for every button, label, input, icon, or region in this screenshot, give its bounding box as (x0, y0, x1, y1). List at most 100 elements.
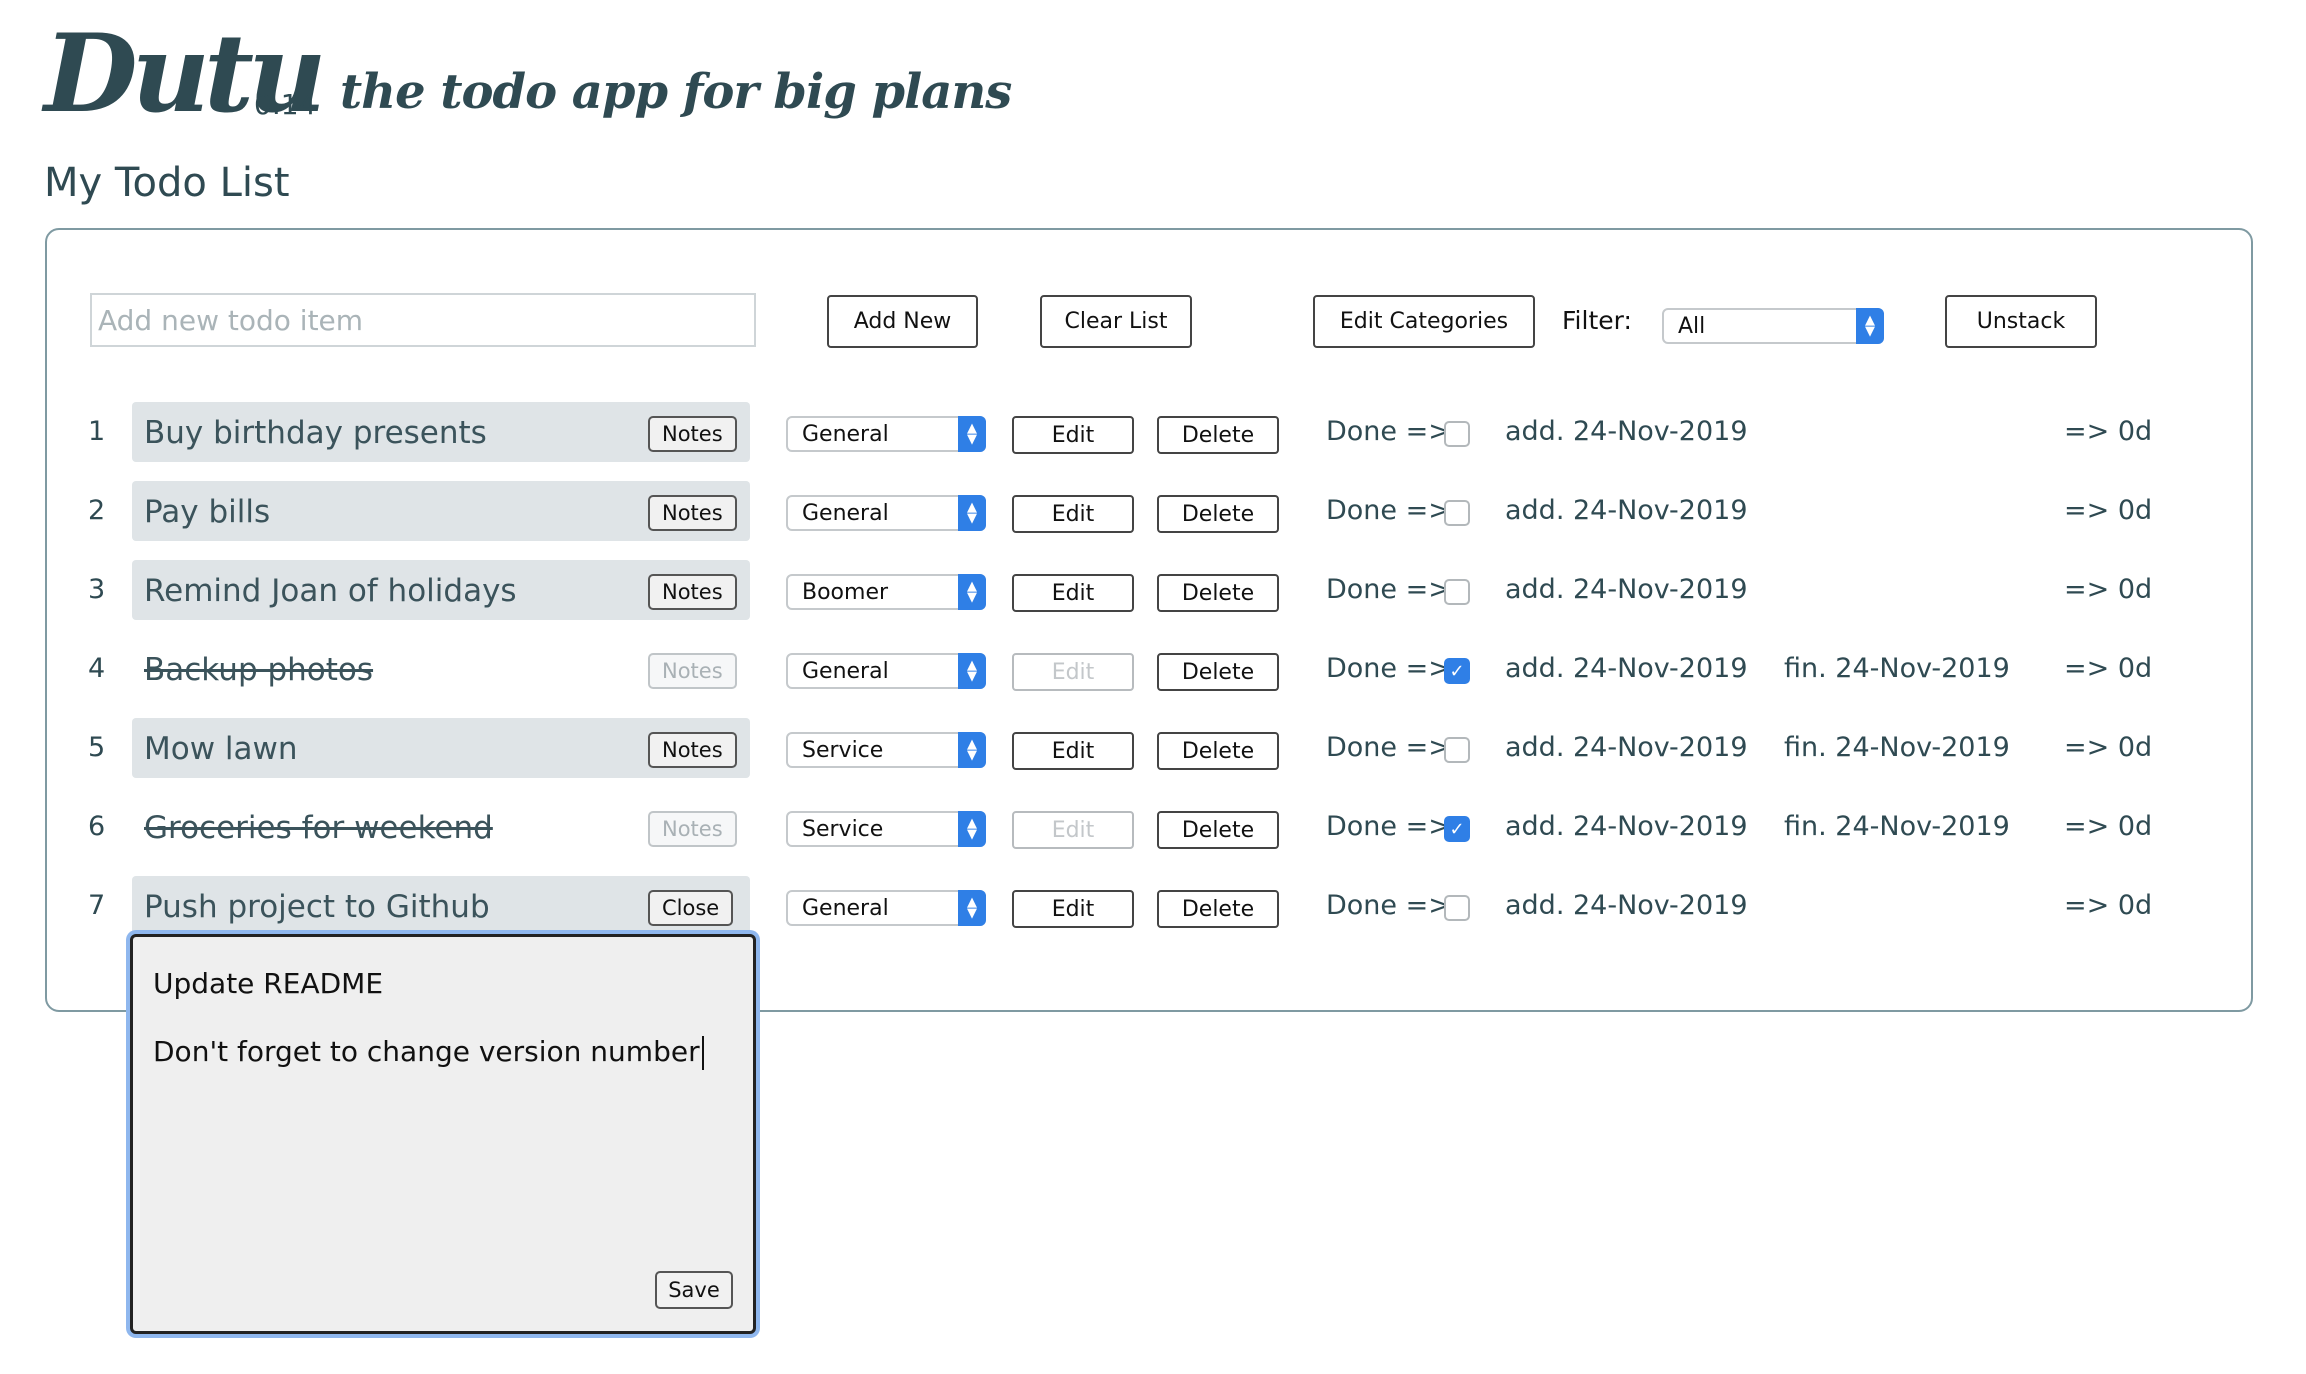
select-arrows-icon: ▲ ▼ (958, 653, 986, 689)
category-select[interactable]: General ▲ ▼ (786, 653, 986, 689)
delete-button[interactable]: Delete (1157, 811, 1279, 849)
edit-button[interactable]: Edit (1012, 890, 1134, 928)
done-checkbox[interactable]: ✓ (1444, 816, 1470, 842)
duration: => 0d (2064, 890, 2153, 921)
item-number: 6 (88, 811, 106, 842)
edit-button: Edit (1012, 653, 1134, 691)
checkmark-icon: ✓ (1449, 660, 1465, 682)
category-select[interactable]: Boomer ▲ ▼ (786, 574, 986, 610)
notes-button[interactable]: Close (648, 890, 734, 926)
notes-editor[interactable]: Update README Don't forget to change ver… (130, 934, 756, 1334)
added-date: add. 24-Nov-2019 (1505, 890, 1748, 921)
notes-text-line: Don't forget to change version number (153, 1035, 704, 1070)
notes-button[interactable]: Notes (648, 574, 737, 610)
edit-button: Edit (1012, 811, 1134, 849)
todo-text: Push project to Github (144, 889, 490, 925)
filter-select-value: All (1678, 313, 1706, 339)
done-label: Done => (1326, 416, 1451, 447)
text-caret (701, 1036, 704, 1070)
delete-button[interactable]: Delete (1157, 890, 1279, 928)
new-todo-input[interactable] (90, 293, 756, 347)
save-notes-button[interactable]: Save (655, 1271, 733, 1309)
added-date: add. 24-Nov-2019 (1505, 416, 1748, 447)
unstack-button[interactable]: Unstack (1945, 295, 2097, 348)
todo-text-cell[interactable]: Groceries for weekend Notes (132, 797, 750, 857)
edit-button[interactable]: Edit (1012, 495, 1134, 533)
done-checkbox[interactable] (1444, 579, 1470, 605)
done-label: Done => (1326, 811, 1451, 842)
todo-text-cell[interactable]: Push project to Github Close (132, 876, 750, 936)
delete-button[interactable]: Delete (1157, 653, 1279, 691)
edit-button[interactable]: Edit (1012, 416, 1134, 454)
delete-button[interactable]: Delete (1157, 416, 1279, 454)
todo-text-cell[interactable]: Remind Joan of holidays Notes (132, 560, 750, 620)
delete-button[interactable]: Delete (1157, 732, 1279, 770)
done-checkbox[interactable] (1444, 421, 1470, 447)
item-number: 4 (88, 653, 106, 684)
clear-list-button[interactable]: Clear List (1040, 295, 1192, 348)
finished-date: fin. 24-Nov-2019 (1784, 811, 2010, 842)
todo-text: Buy birthday presents (144, 415, 487, 451)
edit-button[interactable]: Edit (1012, 574, 1134, 612)
select-arrows-icon: ▲ ▼ (958, 416, 986, 452)
checkmark-icon: ✓ (1449, 818, 1465, 840)
item-number: 7 (88, 890, 106, 921)
todo-text: Groceries for weekend (144, 810, 493, 846)
app-version: 0.14 (254, 88, 317, 121)
finished-date: fin. 24-Nov-2019 (1784, 732, 2010, 763)
todo-row: 4 Backup photos Notes General ▲ ▼ Edit Delete Do… (0, 639, 2306, 701)
delete-button[interactable]: Delete (1157, 574, 1279, 612)
category-value: General (802, 421, 889, 447)
todo-text: Backup photos (144, 652, 374, 688)
done-label: Done => (1326, 495, 1451, 526)
todo-row: 2 Pay bills Notes General ▲ ▼ Edit Delete Done =… (0, 481, 2306, 543)
todo-row: 7 Push project to Github Close General ▲ ▼ Edi… (0, 876, 2306, 938)
add-new-button[interactable]: Add New (827, 295, 978, 348)
todo-text-cell[interactable]: Backup photos Notes (132, 639, 750, 699)
category-value: Boomer (802, 579, 889, 605)
delete-button[interactable]: Delete (1157, 495, 1279, 533)
category-select[interactable]: General ▲ ▼ (786, 416, 986, 452)
notes-button[interactable]: Notes (648, 732, 737, 768)
category-select[interactable]: General ▲ ▼ (786, 495, 986, 531)
done-label: Done => (1326, 890, 1451, 921)
select-arrows-icon: ▲ ▼ (958, 811, 986, 847)
category-select[interactable]: Service ▲ ▼ (786, 811, 986, 847)
notes-button: Notes (648, 653, 737, 689)
todo-text-cell[interactable]: Buy birthday presents Notes (132, 402, 750, 462)
todo-row: 3 Remind Joan of holidays Notes Boomer ▲ ▼ Edi… (0, 560, 2306, 622)
notes-button[interactable]: Notes (648, 416, 737, 452)
todo-row: 6 Groceries for weekend Notes Service ▲ ▼ Edit… (0, 797, 2306, 859)
select-arrows-icon: ▲ ▼ (958, 732, 986, 768)
todo-text: Pay bills (144, 494, 271, 530)
duration: => 0d (2064, 653, 2153, 684)
filter-label: Filter: (1562, 306, 1632, 335)
edit-categories-button[interactable]: Edit Categories (1313, 295, 1535, 348)
category-select[interactable]: Service ▲ ▼ (786, 732, 986, 768)
category-value: General (802, 500, 889, 526)
duration: => 0d (2064, 811, 2153, 842)
todo-text: Mow lawn (144, 731, 298, 767)
category-select[interactable]: General ▲ ▼ (786, 890, 986, 926)
done-checkbox[interactable] (1444, 737, 1470, 763)
todo-row: 5 Mow lawn Notes Service ▲ ▼ Edit Delete Done =>… (0, 718, 2306, 780)
done-checkbox[interactable] (1444, 500, 1470, 526)
item-number: 3 (88, 574, 106, 605)
todo-text-cell[interactable]: Mow lawn Notes (132, 718, 750, 778)
duration: => 0d (2064, 732, 2153, 763)
item-number: 2 (88, 495, 106, 526)
select-arrows-icon: ▲ ▼ (1856, 308, 1884, 344)
added-date: add. 24-Nov-2019 (1505, 574, 1748, 605)
notes-button[interactable]: Notes (648, 495, 737, 531)
filter-select[interactable]: All ▲ ▼ (1662, 308, 1884, 344)
done-label: Done => (1326, 653, 1451, 684)
done-checkbox[interactable]: ✓ (1444, 658, 1470, 684)
finished-date: fin. 24-Nov-2019 (1784, 653, 2010, 684)
duration: => 0d (2064, 416, 2153, 447)
edit-button[interactable]: Edit (1012, 732, 1134, 770)
done-checkbox[interactable] (1444, 895, 1470, 921)
page-title: My Todo List (44, 160, 290, 206)
notes-text-line: Update README (153, 967, 384, 1000)
todo-text-cell[interactable]: Pay bills Notes (132, 481, 750, 541)
added-date: add. 24-Nov-2019 (1505, 732, 1748, 763)
